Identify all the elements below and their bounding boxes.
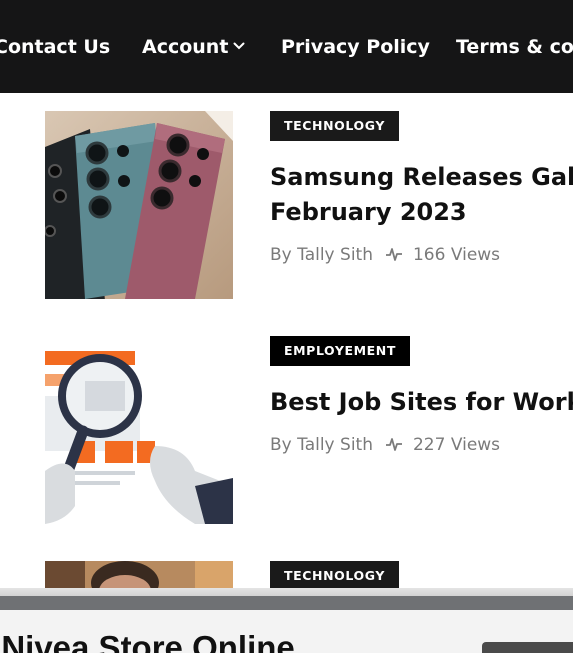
post-thumbnail-phones[interactable] [45,111,233,299]
activity-icon [385,437,402,451]
category-badge-employement[interactable]: EMPLOYEMENT [270,336,410,366]
post-title[interactable]: Samsung Releases Gala February 2023 [270,160,573,230]
nav-account-label: Account [142,36,229,58]
post-meta: By Tally Sith 227 Views [270,433,500,457]
top-navigation: Contact Us Account Privacy Policy Terms … [0,0,573,93]
post-title-line1: Best Job Sites for Work C [270,388,573,416]
post-views: 166 Views [412,245,501,265]
post-author[interactable]: By Tally Sith [270,245,373,265]
nav-terms[interactable]: Terms & cor [456,34,573,60]
post-views: 227 Views [412,435,501,455]
person-photo [45,561,233,589]
phones-image [45,111,233,299]
nav-contact-us[interactable]: Contact Us [0,34,110,60]
category-badge-technology[interactable]: TECHNOLOGY [270,111,399,141]
nav-account[interactable]: Account [142,34,245,60]
post-title[interactable]: Best Job Sites for Work C [270,385,573,420]
banner-shadow [0,588,573,596]
banner-button[interactable] [482,642,573,653]
post-title-line2: February 2023 [270,198,467,226]
chevron-down-icon [233,42,245,50]
magnifier-job-image [45,336,233,524]
activity-icon [385,247,402,261]
post-thumbnail-job-search[interactable] [45,336,233,524]
post-thumbnail-person[interactable] [45,561,233,589]
post-meta: By Tally Sith 166 Views [270,243,500,267]
banner-title: n Nivea Store Online [0,629,295,653]
nav-privacy-policy[interactable]: Privacy Policy [281,34,430,60]
category-badge-technology[interactable]: TECHNOLOGY [270,561,399,591]
banner-top-bar [0,596,573,610]
post-title-line1: Samsung Releases Gala [270,163,573,191]
bottom-banner[interactable]: n Nivea Store Online [0,610,573,653]
post-author[interactable]: By Tally Sith [270,435,373,455]
